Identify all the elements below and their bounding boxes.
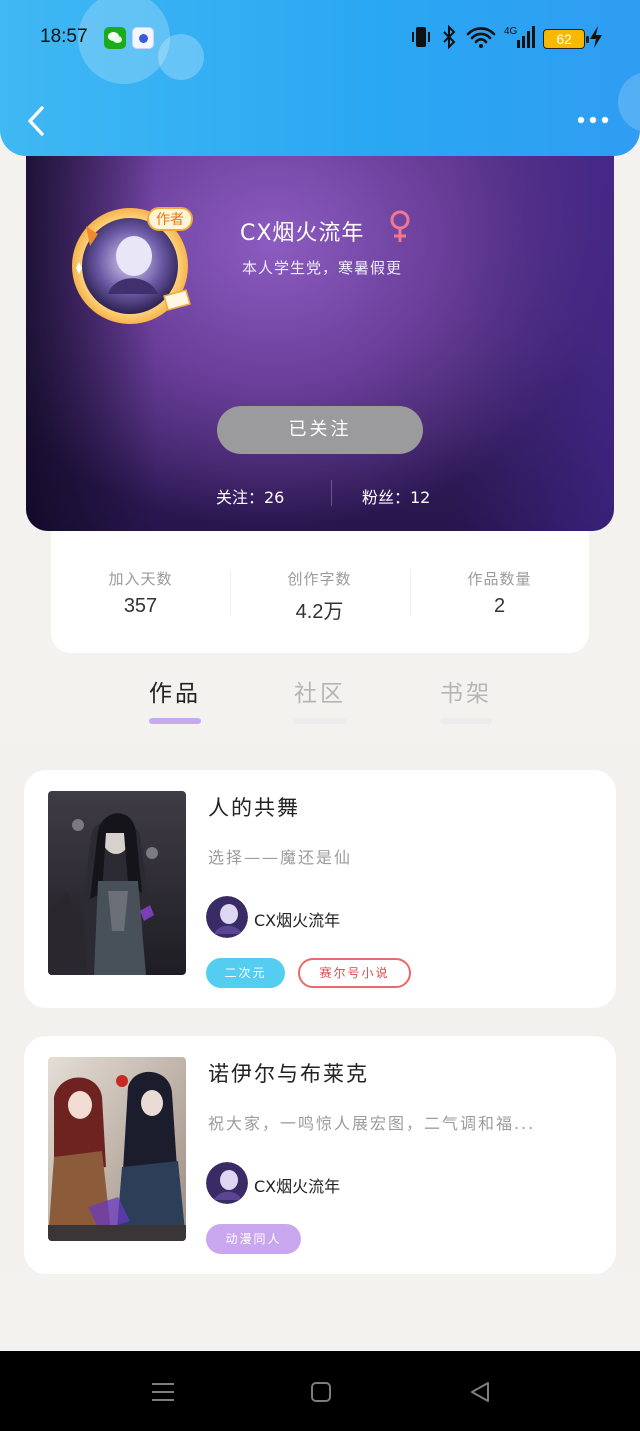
decor-bubble xyxy=(158,34,204,80)
tab-label: 社区 xyxy=(294,681,346,707)
menu-icon[interactable] xyxy=(148,1377,178,1407)
female-icon xyxy=(390,210,410,242)
author-name: CX烟火流年 xyxy=(254,911,341,930)
signal-icon: 4G xyxy=(504,26,535,48)
book-title[interactable]: 人的共舞 xyxy=(208,792,300,822)
author-nickname: CX烟火流年 xyxy=(240,221,365,246)
author-avatar[interactable]: 作者 xyxy=(68,200,200,332)
author-badge: 作者 xyxy=(156,212,184,228)
stat-value: 4.2万 xyxy=(295,601,344,623)
book-title[interactable]: 诺伊尔与布莱克 xyxy=(208,1058,369,1088)
tab-bookshelf[interactable]: 书架 xyxy=(426,674,506,724)
book-tag[interactable]: 二次元 xyxy=(206,958,285,988)
stat-word-count: 创作字数 4.2万 xyxy=(230,568,409,624)
book-description: 祝大家，一鸣惊人展宏图，二气调和福... xyxy=(208,1114,536,1133)
profile-card: 作者 CX烟火流年 本人学生党，寒暑假更 已关注 关注：26 粉丝：12 xyxy=(26,130,614,531)
follow-button[interactable]: 已关注 xyxy=(217,406,423,454)
stat-label: 创作字数 xyxy=(287,570,352,588)
book-description: 选择——魔还是仙 xyxy=(208,848,353,867)
bluetooth-icon xyxy=(443,24,456,50)
tab-works[interactable]: 作品 xyxy=(135,674,215,724)
chevron-left-icon[interactable] xyxy=(24,104,48,138)
followers-count[interactable]: 粉丝：12 xyxy=(362,484,430,508)
author-bio: 本人学生党，寒暑假更 xyxy=(242,259,403,277)
tab-indicator xyxy=(294,718,346,724)
stat-label: 加入天数 xyxy=(108,570,173,588)
tab-indicator xyxy=(149,718,201,724)
baidu-icon xyxy=(132,27,154,49)
battery-icon: 62 xyxy=(543,29,589,49)
stat-works-count: 作品数量 2 xyxy=(410,568,589,618)
stat-value: 357 xyxy=(123,595,158,617)
book-cover[interactable] xyxy=(48,1057,186,1241)
book-cover[interactable] xyxy=(48,791,186,975)
stat-label: 作品数量 xyxy=(467,570,532,588)
tab-label: 作品 xyxy=(149,681,201,707)
author-name: CX烟火流年 xyxy=(254,1177,341,1196)
book-card[interactable]: 人的共舞 选择——魔还是仙 CX烟火流年 二次元 赛尔号小说 xyxy=(24,770,616,1008)
back-triangle-icon[interactable] xyxy=(466,1377,496,1407)
system-nav-bar xyxy=(0,1351,640,1431)
network-label: 4G xyxy=(504,26,518,37)
wifi-icon xyxy=(466,27,496,48)
author-avatar-small xyxy=(206,896,248,938)
following-count[interactable]: 关注：26 xyxy=(216,484,284,508)
home-square-icon[interactable] xyxy=(306,1377,336,1407)
tab-community[interactable]: 社区 xyxy=(280,674,360,724)
decor-bubble xyxy=(618,72,640,132)
book-card[interactable]: 诺伊尔与布莱克 祝大家，一鸣惊人展宏图，二气调和福... CX烟火流年 动漫同人 xyxy=(24,1036,616,1274)
book-tag[interactable]: 动漫同人 xyxy=(206,1224,301,1254)
profile-tabs: 作品 社区 书架 xyxy=(0,660,640,740)
book-tag[interactable]: 赛尔号小说 xyxy=(298,958,411,988)
stat-value: 2 xyxy=(493,595,506,617)
author-avatar-small xyxy=(206,1162,248,1204)
more-dots-icon[interactable] xyxy=(574,110,614,130)
top-header: 18:57 4G 62 xyxy=(0,0,640,156)
tab-indicator xyxy=(440,718,492,724)
counts-divider xyxy=(331,480,332,506)
charging-icon xyxy=(590,26,602,48)
status-time: 18:57 xyxy=(40,26,88,47)
author-stats: 加入天数 357 创作字数 4.2万 作品数量 2 xyxy=(51,530,589,653)
vibrate-icon xyxy=(412,27,430,47)
stat-join-days: 加入天数 357 xyxy=(51,568,230,618)
wechat-icon xyxy=(104,27,126,49)
tab-label: 书架 xyxy=(440,681,492,707)
